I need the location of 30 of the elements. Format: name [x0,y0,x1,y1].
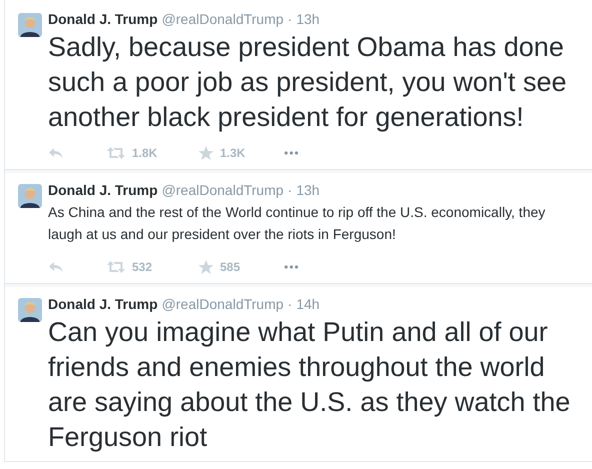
author-handle[interactable]: @realDonaldTrump [162,181,284,199]
more-icon[interactable]: ••• [284,260,300,274]
retweet-count: 1.8K [132,146,158,160]
reply-icon[interactable] [48,146,64,160]
timestamp[interactable]: 14h [296,295,320,313]
author-name[interactable]: Donald J. Trump [48,295,158,313]
star-icon[interactable] [198,260,214,274]
star-icon[interactable] [198,146,214,160]
favorite-count: 585 [220,260,240,274]
avatar[interactable] [18,184,42,208]
avatar[interactable] [18,298,42,322]
author-name[interactable]: Donald J. Trump [48,10,158,28]
separator-dot: · [288,10,292,28]
timestamp[interactable]: 13h [296,181,320,199]
avatar[interactable] [18,13,42,37]
retweet-icon[interactable] [106,260,126,274]
author-handle[interactable]: @realDonaldTrump [162,295,284,313]
tweet-text: Can you imagine what Putin and all of our friends and enemies throughout the world are saying about the U.S. as they watch the Ferguson riot [48,316,572,454]
more-icon[interactable]: ••• [284,146,300,160]
favorite-count: 1.3K [220,146,246,160]
retweet-count: 532 [132,260,152,274]
separator-dot: · [288,295,292,313]
retweet-icon[interactable] [106,146,126,160]
author-name[interactable]: Donald J. Trump [48,181,158,199]
separator-dot: · [288,181,292,199]
tweet-text: As China and the rest of the World continue to rip off the U.S. economically, they laugh at us and our president over the riots in Ferguson! [48,203,546,244]
author-handle[interactable]: @realDonaldTrump [162,10,284,28]
tweet-text: Sadly, because president Obama has done such a poor job as president, you won't see another black president for generations! [48,31,568,134]
timestamp[interactable]: 13h [296,10,320,28]
reply-icon[interactable] [48,260,64,274]
